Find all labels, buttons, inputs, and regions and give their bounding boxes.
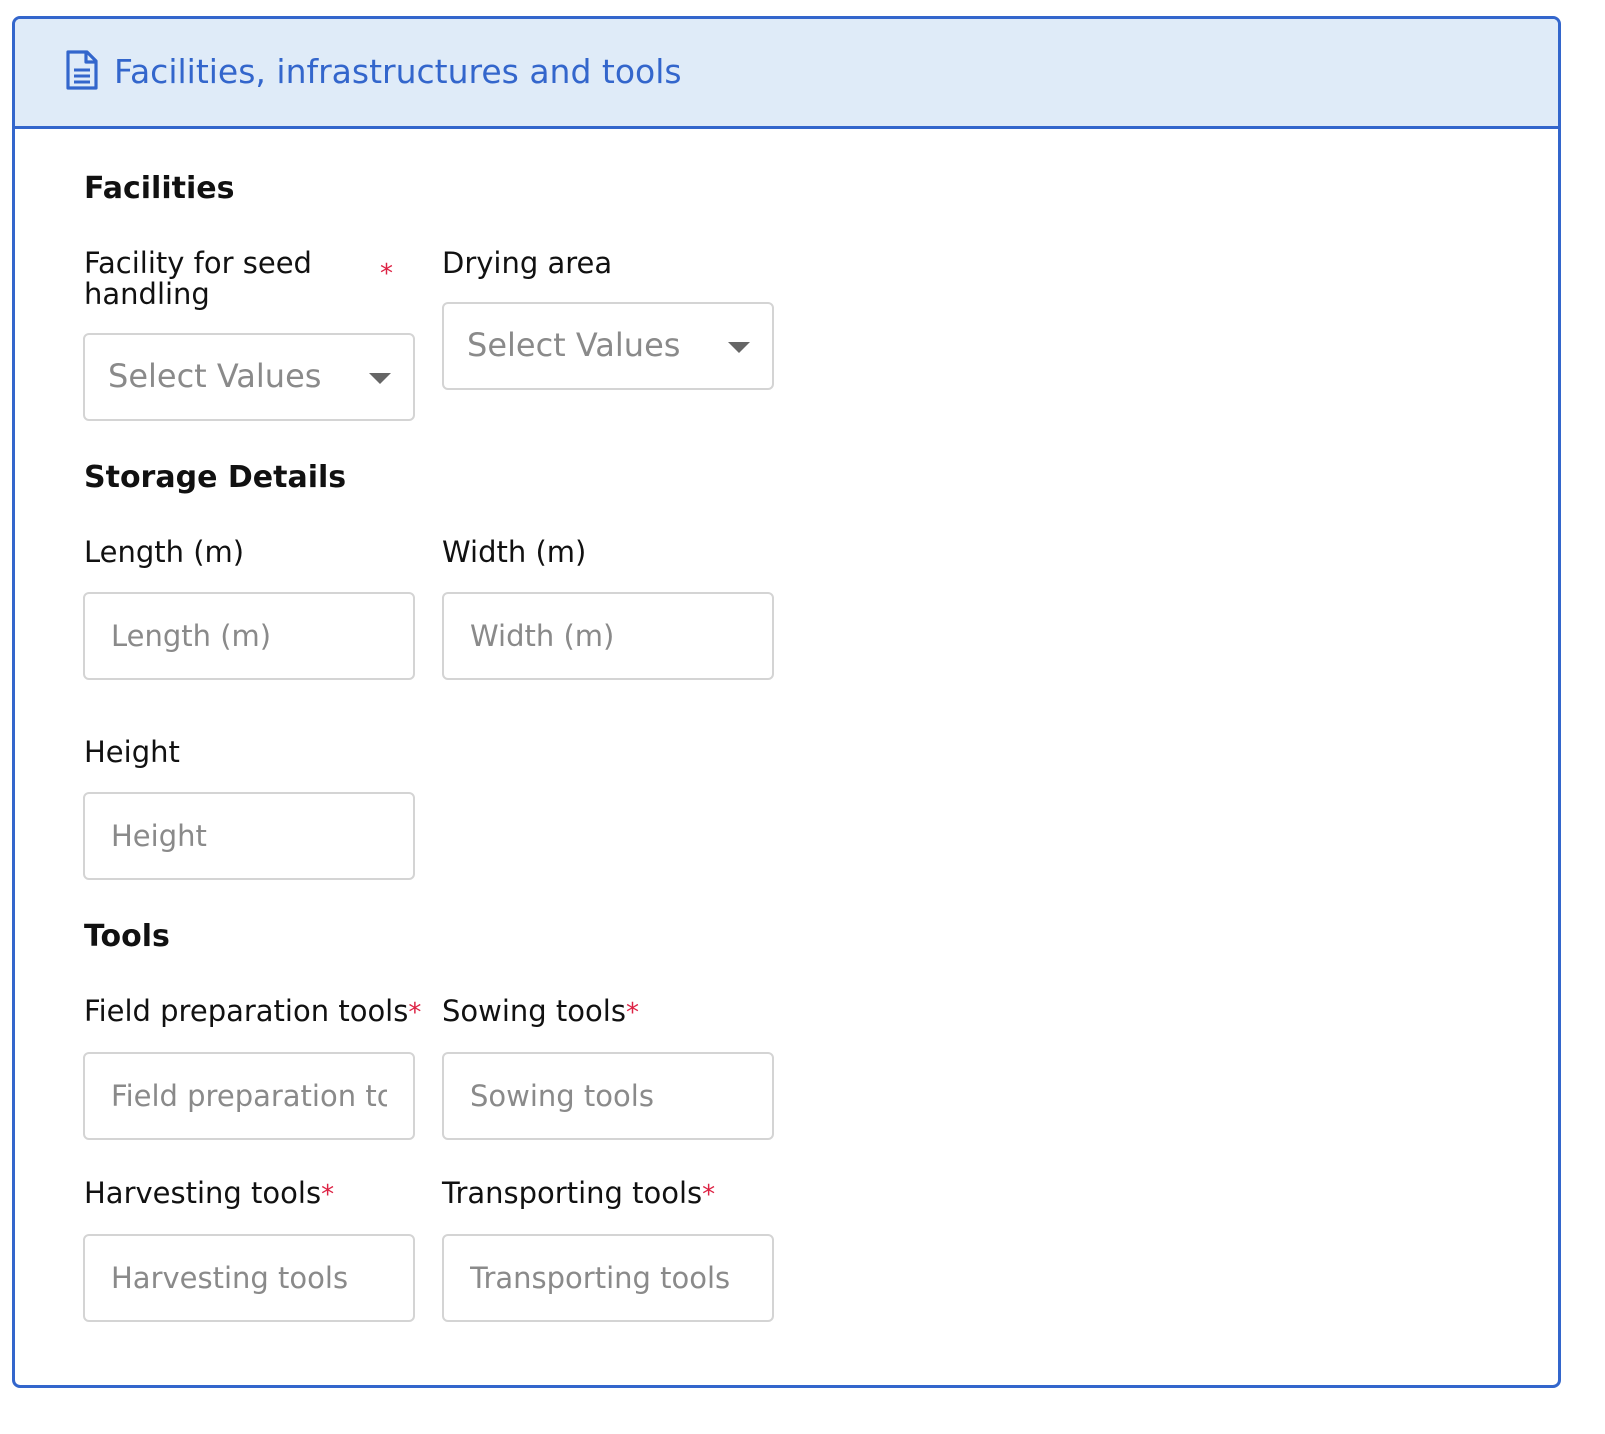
sowing-tools-label: Sowing tools*: [442, 996, 639, 1029]
transporting-tools-label-text: Transporting tools: [442, 1176, 703, 1210]
width-label: Width (m): [442, 535, 587, 569]
transporting-tools-label: Transporting tools*: [442, 1178, 715, 1211]
field-preparation-label-text: Field preparation tools: [84, 994, 409, 1028]
required-asterisk: *: [625, 998, 639, 1028]
seed-handling-select[interactable]: Select Values: [83, 333, 415, 421]
document-icon: [66, 50, 98, 90]
facilities-panel: Facilities, infrastructures and tools Fa…: [12, 16, 1561, 1388]
section-title-tools: Tools: [84, 919, 170, 954]
harvesting-tools-label-text: Harvesting tools: [84, 1176, 322, 1210]
required-asterisk: *: [380, 259, 393, 289]
panel-title: Facilities, infrastructures and tools: [114, 52, 682, 91]
height-input[interactable]: [83, 792, 415, 880]
sowing-tools-label-text: Sowing tools: [442, 994, 626, 1028]
section-title-facilities: Facilities: [84, 171, 235, 206]
harvesting-tools-input[interactable]: [83, 1234, 415, 1322]
required-asterisk: *: [408, 998, 422, 1028]
field-preparation-input[interactable]: [83, 1052, 415, 1140]
required-asterisk: *: [321, 1180, 335, 1210]
chevron-down-icon: [728, 342, 750, 353]
chevron-down-icon: [369, 373, 391, 384]
harvesting-tools-label: Harvesting tools*: [84, 1178, 334, 1211]
drying-area-label: Drying area: [442, 246, 613, 280]
drying-area-select-placeholder: Select Values: [467, 326, 681, 364]
sowing-tools-input[interactable]: [442, 1052, 774, 1140]
section-title-storage-details: Storage Details: [84, 460, 347, 495]
drying-area-select[interactable]: Select Values: [442, 302, 774, 390]
panel-header: Facilities, infrastructures and tools: [15, 19, 1558, 129]
field-preparation-label: Field preparation tools*: [84, 996, 421, 1029]
transporting-tools-input[interactable]: [442, 1234, 774, 1322]
length-label: Length (m): [84, 535, 245, 569]
width-input[interactable]: [442, 592, 774, 680]
required-asterisk: *: [702, 1180, 716, 1210]
height-label: Height: [84, 735, 180, 769]
length-input[interactable]: [83, 592, 415, 680]
seed-handling-label-line2: handling: [84, 277, 210, 311]
seed-handling-select-placeholder: Select Values: [108, 357, 322, 395]
seed-handling-label-line1: Facility for seed: [84, 246, 312, 280]
seed-handling-label: Facility for seed handling: [84, 248, 312, 310]
